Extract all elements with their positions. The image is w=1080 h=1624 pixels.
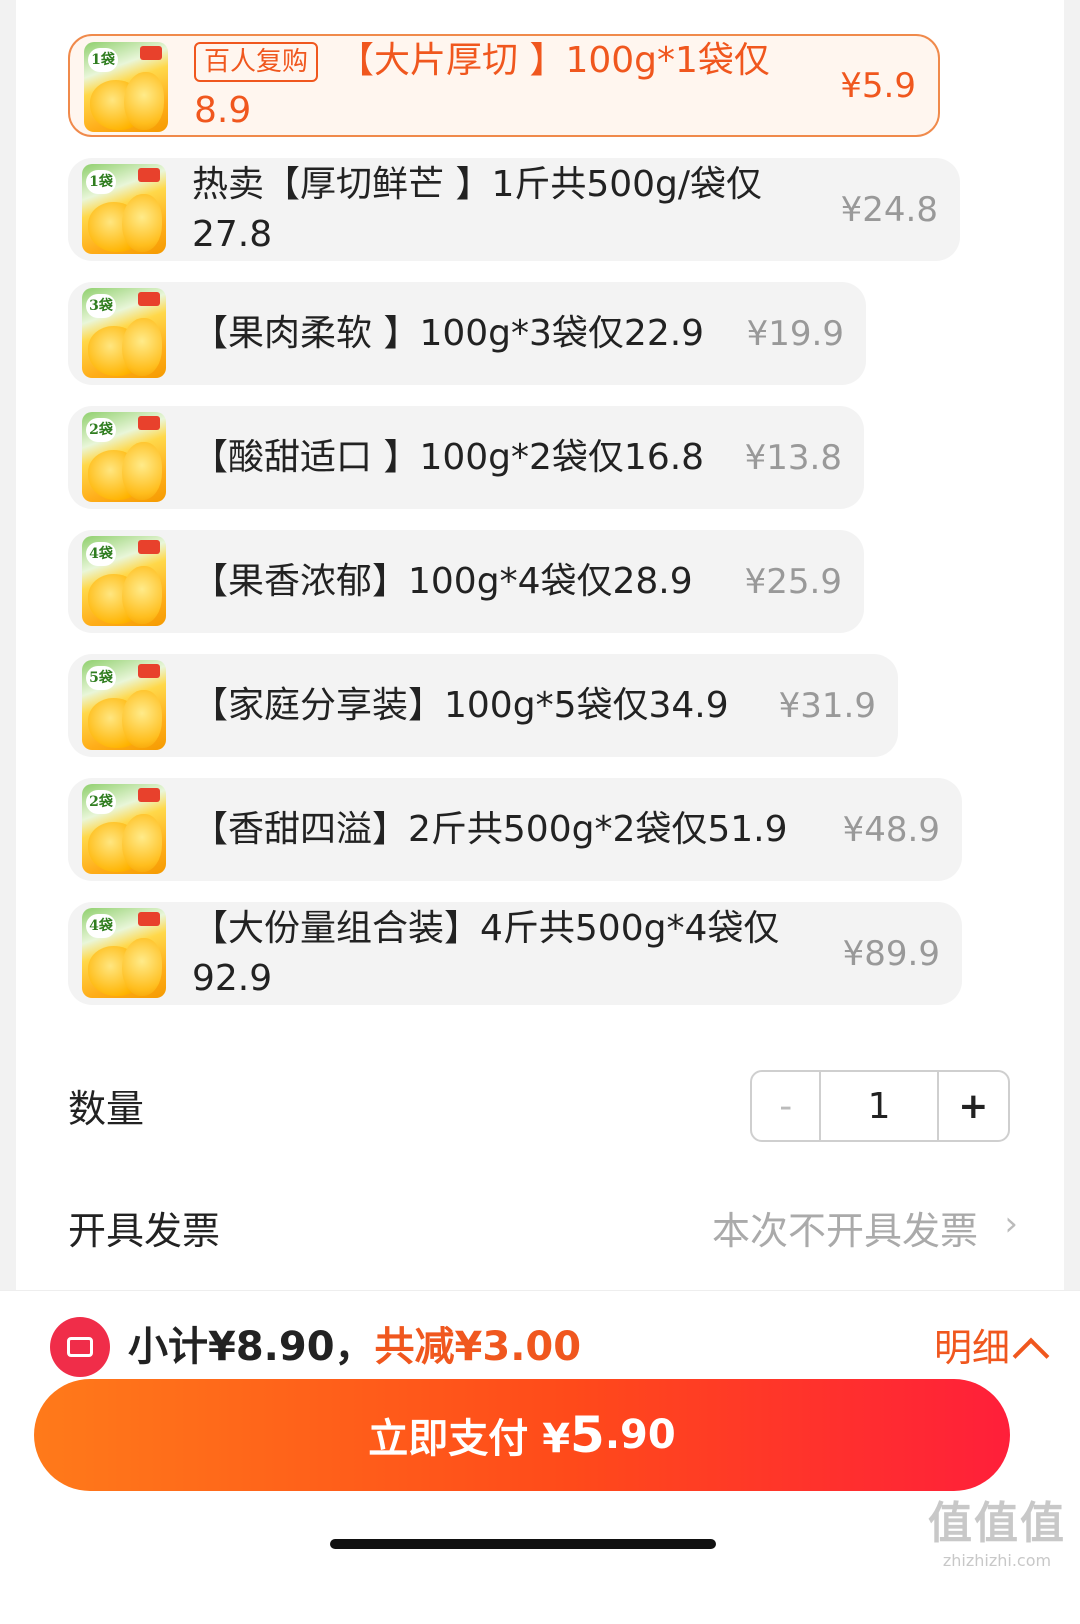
product-thumbnail: 4袋 (82, 536, 166, 626)
product-thumbnail: 1袋 (84, 42, 168, 132)
product-thumbnail: 4袋 (82, 908, 166, 998)
repurchase-badge: 百人复购 (194, 41, 319, 82)
product-thumbnail: 2袋 (82, 412, 166, 502)
sku-label: 【果香浓郁】100g*4袋仅28.9 (192, 560, 693, 602)
sku-label: 【香甜四溢】2斤共500g*2袋仅51.9 (192, 808, 788, 850)
increase-button[interactable]: + (939, 1072, 1008, 1140)
thumb-tag: 1袋 (86, 170, 116, 194)
sku-label: 【家庭分享装】100g*5袋仅34.9 (192, 684, 729, 726)
detail-button[interactable]: 明细 (934, 1321, 1010, 1375)
product-thumbnail: 1袋 (82, 164, 166, 254)
invoice-label: 开具发票 (68, 1209, 221, 1253)
invoice-row[interactable]: 开具发票 本次不开具发票 › (68, 1190, 1028, 1260)
quantity-row: 数量 - 1 + (68, 1070, 1028, 1150)
chevron-right-icon: › (1004, 1204, 1018, 1244)
sku-option-2[interactable]: 1袋 热卖【厚切鲜芒 】1斤共500g/袋仅27.8 ¥24.8 (68, 158, 960, 261)
discount-text: 共减¥3.00 (374, 1324, 582, 1370)
pay-amount-integer: 5 (570, 1406, 605, 1464)
thumb-tag: 3袋 (86, 294, 116, 318)
watermark: 值值值 zhizhizhi.com (928, 1487, 1066, 1570)
subtotal-text: 小计¥8.90， (128, 1324, 375, 1370)
sku-price: ¥19.9 (746, 313, 844, 354)
product-thumbnail: 5袋 (82, 660, 166, 750)
pay-now-button[interactable]: 立即支付 ¥5.90 (34, 1379, 1010, 1491)
thumb-tag: 1袋 (88, 48, 118, 72)
thumb-tag: 4袋 (86, 914, 116, 938)
sku-label: 【大份量组合装】4斤共500g*4袋仅92.9 (192, 907, 780, 999)
sku-price: ¥24.8 (840, 189, 938, 230)
sku-price: ¥13.8 (744, 437, 842, 478)
sku-price: ¥48.9 (842, 809, 940, 850)
sku-price: ¥5.9 (840, 65, 916, 106)
watermark-url: zhizhizhi.com (942, 1551, 1052, 1570)
chevron-up-icon[interactable] (1012, 1337, 1050, 1375)
quantity-value[interactable]: 1 (821, 1072, 939, 1140)
invoice-value: 本次不开具发票 (711, 1209, 978, 1253)
decrease-button[interactable]: - (752, 1072, 822, 1140)
checkout-footer: 小计¥8.90，共减¥3.00 明细 立即支付 ¥5.90 值值值 zhizhi… (0, 1290, 1080, 1624)
product-thumbnail: 3袋 (82, 288, 166, 378)
sku-label: 百人复购 【大片厚切 】100g*1袋仅8.9 (194, 39, 770, 131)
sku-option-1[interactable]: 1袋 百人复购 【大片厚切 】100g*1袋仅8.9 ¥5.9 (68, 34, 940, 137)
sku-price: ¥89.9 (842, 933, 940, 974)
coupon-icon (50, 1317, 110, 1377)
sku-price: ¥31.9 (778, 685, 876, 726)
sku-option-8[interactable]: 4袋 【大份量组合装】4斤共500g*4袋仅92.9 ¥89.9 (68, 902, 962, 1005)
sku-option-4[interactable]: 2袋 【酸甜适口 】100g*2袋仅16.8 ¥13.8 (68, 406, 864, 509)
home-indicator[interactable] (330, 1539, 716, 1549)
product-thumbnail: 2袋 (82, 784, 166, 874)
sku-option-5[interactable]: 4袋 【果香浓郁】100g*4袋仅28.9 ¥25.9 (68, 530, 864, 633)
pay-amount-decimal: .90 (604, 1412, 676, 1458)
quantity-stepper: - 1 + (750, 1070, 1010, 1142)
sku-option-3[interactable]: 3袋 【果肉柔软 】100g*3袋仅22.9 ¥19.9 (68, 282, 866, 385)
sku-label: 【酸甜适口 】100g*2袋仅16.8 (192, 436, 705, 478)
quantity-label: 数量 (68, 1087, 145, 1131)
sku-price: ¥25.9 (744, 561, 842, 602)
subtotal-summary: 小计¥8.90，共减¥3.00 (128, 1317, 581, 1377)
sku-sheet: 1袋 百人复购 【大片厚切 】100g*1袋仅8.9 ¥5.9 1袋 热卖【厚切鲜… (16, 0, 1064, 1290)
pay-label: 立即支付 ¥ (368, 1416, 571, 1462)
thumb-tag: 4袋 (86, 542, 116, 566)
sku-label: 热卖【厚切鲜芒 】1斤共500g/袋仅27.8 (192, 163, 763, 255)
thumb-tag: 5袋 (86, 666, 116, 690)
sku-option-6[interactable]: 5袋 【家庭分享装】100g*5袋仅34.9 ¥31.9 (68, 654, 898, 757)
thumb-tag: 2袋 (86, 790, 116, 814)
sku-option-7[interactable]: 2袋 【香甜四溢】2斤共500g*2袋仅51.9 ¥48.9 (68, 778, 962, 881)
sku-label: 【果肉柔软 】100g*3袋仅22.9 (192, 312, 705, 354)
thumb-tag: 2袋 (86, 418, 116, 442)
watermark-logo: 值值值 (928, 1498, 1066, 1549)
